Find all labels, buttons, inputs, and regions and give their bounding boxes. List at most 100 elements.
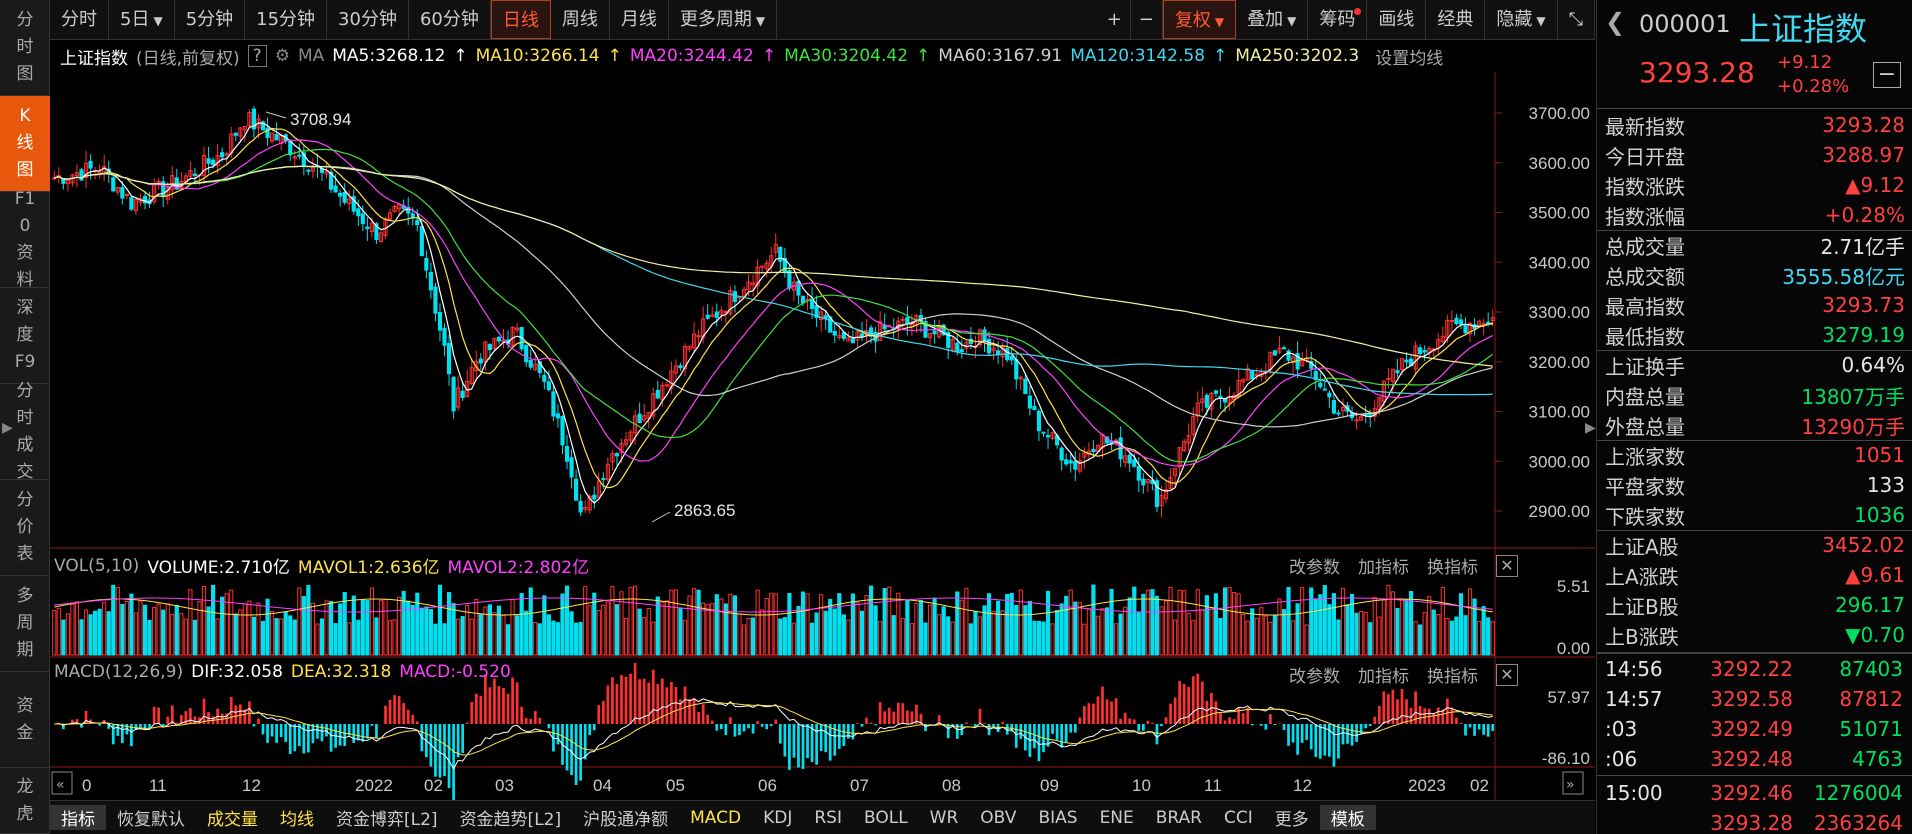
volume-bar: [1449, 620, 1454, 656]
volume-bar: [1127, 597, 1132, 656]
candle-body: [778, 246, 783, 262]
volume-bar: [378, 600, 384, 656]
volume-bar: [328, 601, 334, 656]
volume-bar: [542, 595, 547, 656]
volume-bar: [1386, 584, 1391, 656]
volume-bar: [923, 622, 928, 656]
indicator-tab-0[interactable]: 指标: [50, 805, 106, 830]
volume-bar: [837, 593, 842, 656]
tick-time: 14:57: [1605, 687, 1663, 711]
indicator-tab-16[interactable]: CCI: [1213, 808, 1264, 828]
collapse-arrow-icon[interactable]: ▶: [1585, 420, 1596, 436]
candle-body: [1009, 356, 1014, 361]
high-price-label: 3708.94: [290, 110, 351, 129]
volume-bar: [524, 610, 529, 656]
volume-bar: [460, 616, 465, 656]
x-axis-label: 0: [82, 776, 91, 795]
volume-bar: [220, 596, 225, 656]
indicator-tab-12[interactable]: OBV: [969, 808, 1027, 828]
candle-body: [1368, 413, 1373, 416]
candle-body: [428, 271, 433, 291]
indicator-tab-1[interactable]: 恢复默认: [106, 805, 196, 830]
volume-bar: [1354, 612, 1359, 656]
candle-body: [714, 311, 719, 318]
candle-body: [705, 314, 710, 319]
volume-bar: [224, 593, 229, 656]
indicator-tab-10[interactable]: BOLL: [853, 808, 919, 828]
candle-body: [356, 208, 361, 217]
vol-close-icon[interactable]: ✕: [1496, 554, 1518, 577]
volume-bar: [93, 610, 98, 656]
vol-switch-indicator-button[interactable]: 换指标: [1427, 553, 1478, 578]
volume-bar: [1300, 587, 1305, 656]
candle-body: [433, 286, 438, 314]
volume-bar: [1372, 596, 1377, 656]
volume-bar: [968, 623, 973, 656]
indicator-tab-17[interactable]: 更多: [1264, 805, 1320, 830]
indicator-tab-14[interactable]: ENE: [1089, 808, 1145, 828]
indicator-tab-8[interactable]: KDJ: [752, 808, 803, 828]
volume-bar: [1182, 590, 1187, 656]
tick-row: 15:00 3292.46 1276004: [1597, 778, 1912, 808]
volume-bar: [74, 601, 80, 656]
indicator-tab-11[interactable]: WR: [919, 808, 970, 828]
candle-body: [823, 315, 828, 319]
volume-bar: [1463, 615, 1468, 656]
candle-body: [206, 158, 211, 164]
stat-value: ▼0.70: [1845, 623, 1905, 647]
candle-body: [211, 159, 216, 166]
indicator-tab-5[interactable]: 资金趋势[L2]: [449, 805, 573, 830]
indicator-tab-6[interactable]: 沪股通净额: [572, 805, 679, 830]
candle-body: [1036, 410, 1042, 432]
volume-bar: [356, 619, 361, 656]
indicator-tab-18[interactable]: 模板: [1319, 805, 1376, 830]
candle-body: [124, 193, 129, 196]
volume-bar: [1295, 603, 1300, 656]
vol-title: VOL(5,10): [54, 555, 140, 576]
macd-tick-max: 57.97: [1547, 688, 1590, 707]
stat-label: 总成交量: [1605, 234, 1685, 259]
volume-bar: [873, 605, 878, 656]
volume-bar: [692, 588, 697, 656]
macd-dea: DEA:32.318: [290, 662, 392, 682]
candle-body: [551, 391, 556, 417]
macd-add-indicator-button[interactable]: 加指标: [1358, 662, 1409, 687]
indicator-tab-9[interactable]: RSI: [803, 808, 853, 828]
volume-bar: [1390, 591, 1395, 656]
tick-volume: 4763: [1852, 747, 1903, 771]
volume-bar: [882, 588, 887, 656]
volume-bar: [1281, 609, 1287, 656]
macd-switch-indicator-button[interactable]: 换指标: [1427, 662, 1478, 687]
indicator-tab-13[interactable]: BIAS: [1027, 808, 1088, 828]
volume-bar: [251, 616, 257, 656]
volume-bar: [1436, 614, 1441, 656]
candle-body: [986, 338, 992, 354]
volume-bar: [719, 598, 724, 656]
volume-bar: [1159, 606, 1164, 656]
indicator-tab-3[interactable]: 均线: [269, 805, 325, 830]
volume-bar: [465, 604, 470, 656]
back-icon[interactable]: ❮: [1605, 8, 1625, 36]
indicator-tab-15[interactable]: BRAR: [1145, 808, 1213, 828]
candle-body: [224, 153, 229, 156]
indicator-tab-2[interactable]: 成交量: [196, 805, 269, 830]
volume-bar: [319, 618, 325, 656]
indicator-tab-7[interactable]: MACD: [679, 808, 752, 828]
x-axis-label: 08: [942, 776, 961, 795]
candle-body: [932, 330, 937, 335]
collapse-button[interactable]: −: [1873, 62, 1901, 88]
macd-close-icon[interactable]: ✕: [1496, 663, 1518, 686]
indicator-tab-4[interactable]: 资金博弈[L2]: [325, 805, 449, 830]
stat-value: 2.71亿手: [1820, 234, 1905, 259]
volume-bar: [269, 610, 275, 656]
macd-dif: DIF:32.058: [191, 662, 283, 682]
vol-edit-params-button[interactable]: 改参数: [1289, 553, 1340, 578]
volume-bar: [1254, 617, 1259, 656]
candle-body: [129, 197, 134, 210]
volume-bar: [1286, 587, 1291, 656]
candle-body: [1318, 382, 1323, 388]
volume-bar: [97, 608, 102, 656]
volume-bar: [487, 604, 492, 656]
vol-add-indicator-button[interactable]: 加指标: [1358, 553, 1409, 578]
macd-edit-params-button[interactable]: 改参数: [1289, 662, 1340, 687]
